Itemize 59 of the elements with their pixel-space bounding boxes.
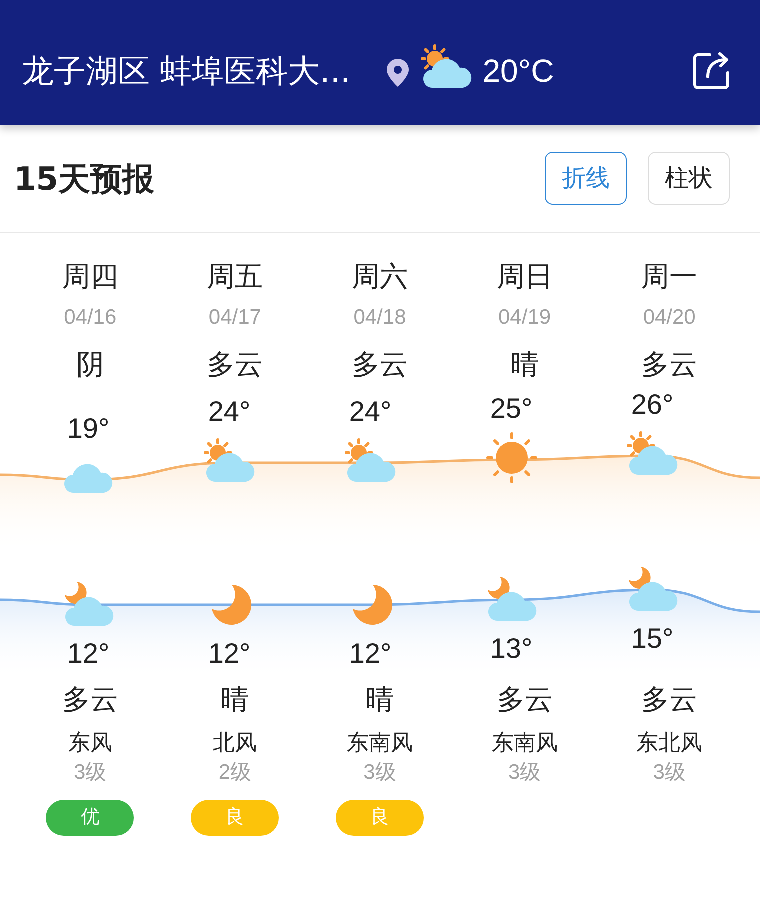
current-temperature: 20°C: [482, 52, 554, 91]
share-button[interactable]: [692, 51, 732, 91]
low-temperature: 12°: [208, 637, 251, 671]
night-condition: 多云: [62, 683, 118, 717]
chart-type-tab[interactable]: 柱状: [648, 152, 730, 205]
location-pin-icon: [386, 59, 409, 87]
high-temperature: 26°: [631, 388, 674, 422]
moon-behind-cloud-icon: [62, 582, 114, 628]
low-temperature: 13°: [490, 632, 533, 666]
low-temperature: 12°: [349, 637, 392, 671]
wind-direction: 北风: [213, 729, 258, 757]
weekday-label: 周日: [496, 260, 553, 294]
wind-direction: 东风: [68, 729, 112, 757]
wind-level: 3级: [653, 760, 686, 786]
wind-level: 3级: [364, 760, 396, 786]
weekday-label: 周一: [642, 260, 698, 294]
chart-type-tab[interactable]: 折线: [545, 152, 627, 205]
day-condition: 晴: [510, 348, 539, 382]
weekday-label: 周五: [207, 260, 264, 294]
air-quality-badge: 良: [191, 800, 280, 836]
sun-behind-cloud-icon: [626, 430, 678, 478]
date-label: 04/18: [354, 305, 406, 331]
air-quality-badge: 优: [46, 800, 134, 836]
day-condition: 多云: [207, 348, 264, 382]
wind-level: 2级: [218, 760, 252, 786]
day-condition: 阴: [76, 348, 104, 382]
wind-direction: 东南风: [492, 729, 558, 757]
location-title: 龙子湖区 蚌埠医科大...: [22, 51, 351, 92]
date-label: 04/20: [643, 305, 696, 331]
night-condition: 晴: [221, 683, 250, 717]
date-label: 04/19: [498, 305, 552, 331]
low-temperature: 15°: [631, 622, 674, 656]
high-temperature: 24°: [208, 395, 251, 429]
sun-behind-cloud-icon: [420, 43, 473, 91]
night-condition: 多云: [642, 683, 698, 717]
air-quality-badge: 良: [336, 800, 424, 836]
weekday-label: 周四: [62, 260, 118, 294]
wind-direction: 东北风: [636, 729, 703, 757]
share-icon: [692, 51, 732, 91]
day-condition: 多云: [642, 348, 698, 382]
wind-direction: 东南风: [346, 729, 413, 757]
day-condition: 多云: [352, 348, 408, 382]
section-title: 15天预报: [14, 158, 155, 200]
night-condition: 多云: [496, 683, 553, 717]
high-temperature: 25°: [490, 392, 533, 426]
date-label: 04/17: [208, 305, 262, 331]
sun-behind-cloud-icon: [204, 437, 256, 485]
weekday-label: 周六: [352, 260, 408, 294]
high-temperature: 24°: [349, 395, 392, 429]
moon-behind-cloud-icon: [626, 567, 678, 613]
date-label: 04/16: [64, 305, 117, 331]
high-temperature: 19°: [67, 412, 110, 446]
wind-level: 3级: [508, 760, 542, 786]
sun-behind-cloud-icon: [344, 437, 396, 485]
moon-behind-cloud-icon: [486, 577, 538, 623]
wind-level: 3级: [74, 760, 107, 786]
night-condition: 晴: [366, 683, 394, 717]
sun-icon: [484, 431, 538, 485]
low-temperature: 12°: [67, 637, 110, 671]
